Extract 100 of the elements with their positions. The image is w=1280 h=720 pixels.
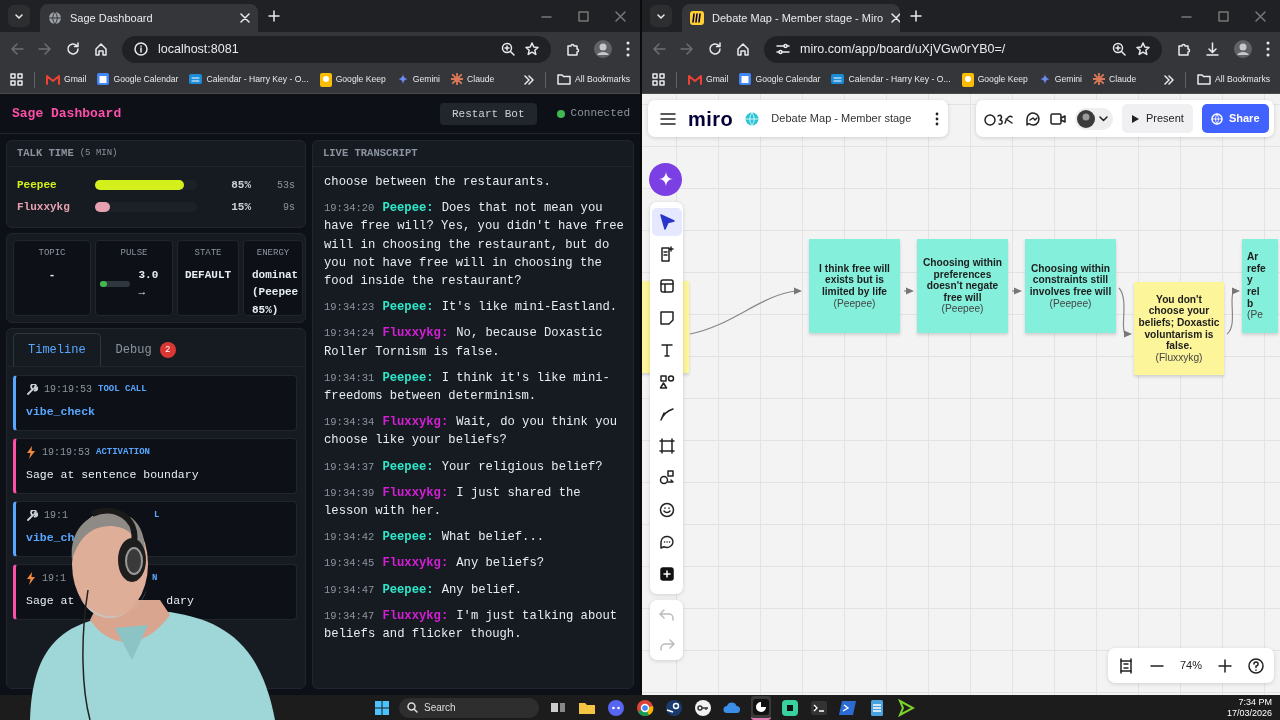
maximize-icon[interactable]: [1218, 10, 1229, 22]
reload-icon[interactable]: [708, 42, 722, 56]
site-info-icon[interactable]: [134, 42, 148, 56]
zoom-level[interactable]: 74%: [1179, 657, 1202, 674]
talk-seconds: 53s: [276, 178, 295, 193]
app-title: Sage Dashboard: [12, 104, 122, 123]
menu-icon[interactable]: [1266, 41, 1270, 57]
folder-icon: [557, 73, 572, 86]
video-icon[interactable]: [1050, 111, 1066, 126]
more-options-icon[interactable]: [935, 111, 940, 126]
address-bar[interactable]: localhost:8081: [122, 35, 551, 63]
pen-icon: [657, 405, 676, 423]
bookmark-link[interactable]: Google Keep: [319, 72, 386, 87]
event-type: TOOL CALL: [98, 382, 147, 396]
sticky-note: You don't choose your beliefs; Doxastic voluntarism is false. (Fluxxykg): [1134, 282, 1224, 375]
event-detail: vibe_check: [26, 404, 95, 420]
diagram-icon: [657, 469, 676, 487]
pie-app-icon: [752, 697, 770, 716]
zoom-icon[interactable]: [1112, 42, 1126, 56]
back-icon[interactable]: [652, 42, 666, 56]
panel-tab[interactable]: Debug 2: [100, 333, 191, 366]
address-bar[interactable]: miro.com/app/board/uXjVGw0rYB0=/: [764, 35, 1162, 63]
talk-percent: 85%: [230, 177, 252, 193]
apps-icon[interactable]: [10, 73, 23, 86]
bookmark-link[interactable]: Claude: [451, 73, 495, 86]
transcript-line: 19:34:47 Fluxxykg: I'm just talking about beliefs and flicker though.: [324, 607, 619, 644]
key-icon: [694, 698, 712, 717]
taskbar-app[interactable]: [751, 695, 771, 720]
menu-icon[interactable]: [660, 111, 676, 126]
download-icon[interactable]: [1205, 41, 1220, 57]
bookmark-link[interactable]: Calendar - Harry Key - O...: [831, 73, 951, 86]
chat-icon[interactable]: [1025, 110, 1041, 127]
event-type: L: [154, 508, 160, 522]
fit-view-icon[interactable]: [1118, 657, 1134, 674]
help-icon[interactable]: [1247, 657, 1264, 674]
ai-assistant-icon[interactable]: [649, 163, 682, 196]
user-menu[interactable]: [1075, 107, 1113, 130]
event-detail: vibe_ch: [26, 530, 75, 546]
bookmark-link[interactable]: Gmail: [688, 73, 729, 86]
start-icon[interactable]: [374, 699, 390, 716]
tab-list-icon[interactable]: [650, 5, 672, 27]
star-icon[interactable]: [525, 42, 539, 56]
star-icon[interactable]: [1136, 42, 1150, 56]
bookmark-link[interactable]: Calendar - Harry Key - O...: [189, 73, 309, 86]
zoom-icon[interactable]: [501, 42, 515, 56]
miro-favicon-icon: [690, 11, 704, 25]
tool-button[interactable]: [651, 208, 682, 236]
bookmark-link[interactable]: Google Calendar: [97, 73, 179, 86]
terminal-icon: [810, 698, 828, 717]
bookmark-link[interactable]: Gemini: [1038, 73, 1083, 86]
bookmark-link[interactable]: Google Calendar: [739, 73, 821, 86]
site-settings-icon[interactable]: [776, 42, 790, 56]
mail-icon: [46, 74, 60, 85]
event-type: ACTIVATION: [96, 445, 151, 459]
bookmark-link[interactable]: Gemini: [396, 73, 441, 86]
frame-icon: [657, 437, 676, 455]
share-button[interactable]: Share: [1201, 104, 1269, 133]
transcript-line: 19:34:47 Peepee: Any belief.: [324, 581, 524, 599]
globe-icon: [48, 11, 62, 25]
caret-icon: [1099, 115, 1108, 122]
new-tab-icon[interactable]: [268, 10, 280, 22]
board-title[interactable]: Debate Map - Member stage: [771, 110, 912, 127]
stat-value: dominat (Peepee 85%): [251, 267, 300, 318]
more-bookmarks-icon[interactable]: [1164, 74, 1175, 85]
bookmark-link[interactable]: Google Keep: [961, 72, 1028, 87]
present-button[interactable]: Present: [1122, 104, 1193, 133]
bookmark-link[interactable]: Gmail: [46, 73, 87, 86]
event-time: 19:19:53: [44, 383, 92, 397]
reload-icon[interactable]: [66, 42, 80, 56]
browser-tab[interactable]: Debate Map - Member stage - Miro: [682, 4, 900, 32]
search-field[interactable]: Search: [399, 697, 539, 718]
new-tab-icon[interactable]: [910, 10, 922, 22]
restart-button[interactable]: Restart Bot: [439, 102, 537, 125]
tab-list-icon[interactable]: [8, 5, 30, 27]
panel-tab[interactable]: Timeline: [13, 333, 101, 366]
bookmarks-folder-link[interactable]: All Bookmarks: [1197, 73, 1270, 86]
forward-icon[interactable]: [38, 42, 52, 56]
profile-avatar-icon[interactable]: [594, 40, 612, 58]
extensions-icon[interactable]: [1176, 41, 1191, 57]
mail-icon: [688, 74, 702, 85]
time-window-label: (5 MIN): [79, 146, 118, 160]
menu-icon[interactable]: [626, 41, 630, 57]
browser-tab[interactable]: Sage Dashboard: [40, 4, 258, 32]
apps-icon[interactable]: [652, 73, 665, 86]
forward-icon[interactable]: [680, 42, 694, 56]
wrench-icon: [26, 383, 38, 396]
bookmark-link[interactable]: Claude: [1093, 73, 1137, 86]
more-bookmarks-icon[interactable]: [524, 74, 535, 85]
talk-seconds: 9s: [282, 200, 295, 215]
back-icon[interactable]: [10, 42, 24, 56]
event-detail: dary: [166, 593, 194, 609]
profile-avatar-icon[interactable]: [1234, 40, 1252, 58]
zoom-in-icon[interactable]: [1218, 658, 1232, 673]
home-icon[interactable]: [736, 42, 750, 56]
sticky-note: Ar refe y rel b (Pe: [1242, 239, 1278, 333]
maximize-icon[interactable]: [578, 10, 589, 22]
home-icon[interactable]: [94, 42, 108, 56]
bookmarks-folder-link[interactable]: All Bookmarks: [557, 73, 630, 86]
smiley-sticker-icon: [657, 501, 676, 519]
extensions-icon[interactable]: [565, 41, 580, 57]
